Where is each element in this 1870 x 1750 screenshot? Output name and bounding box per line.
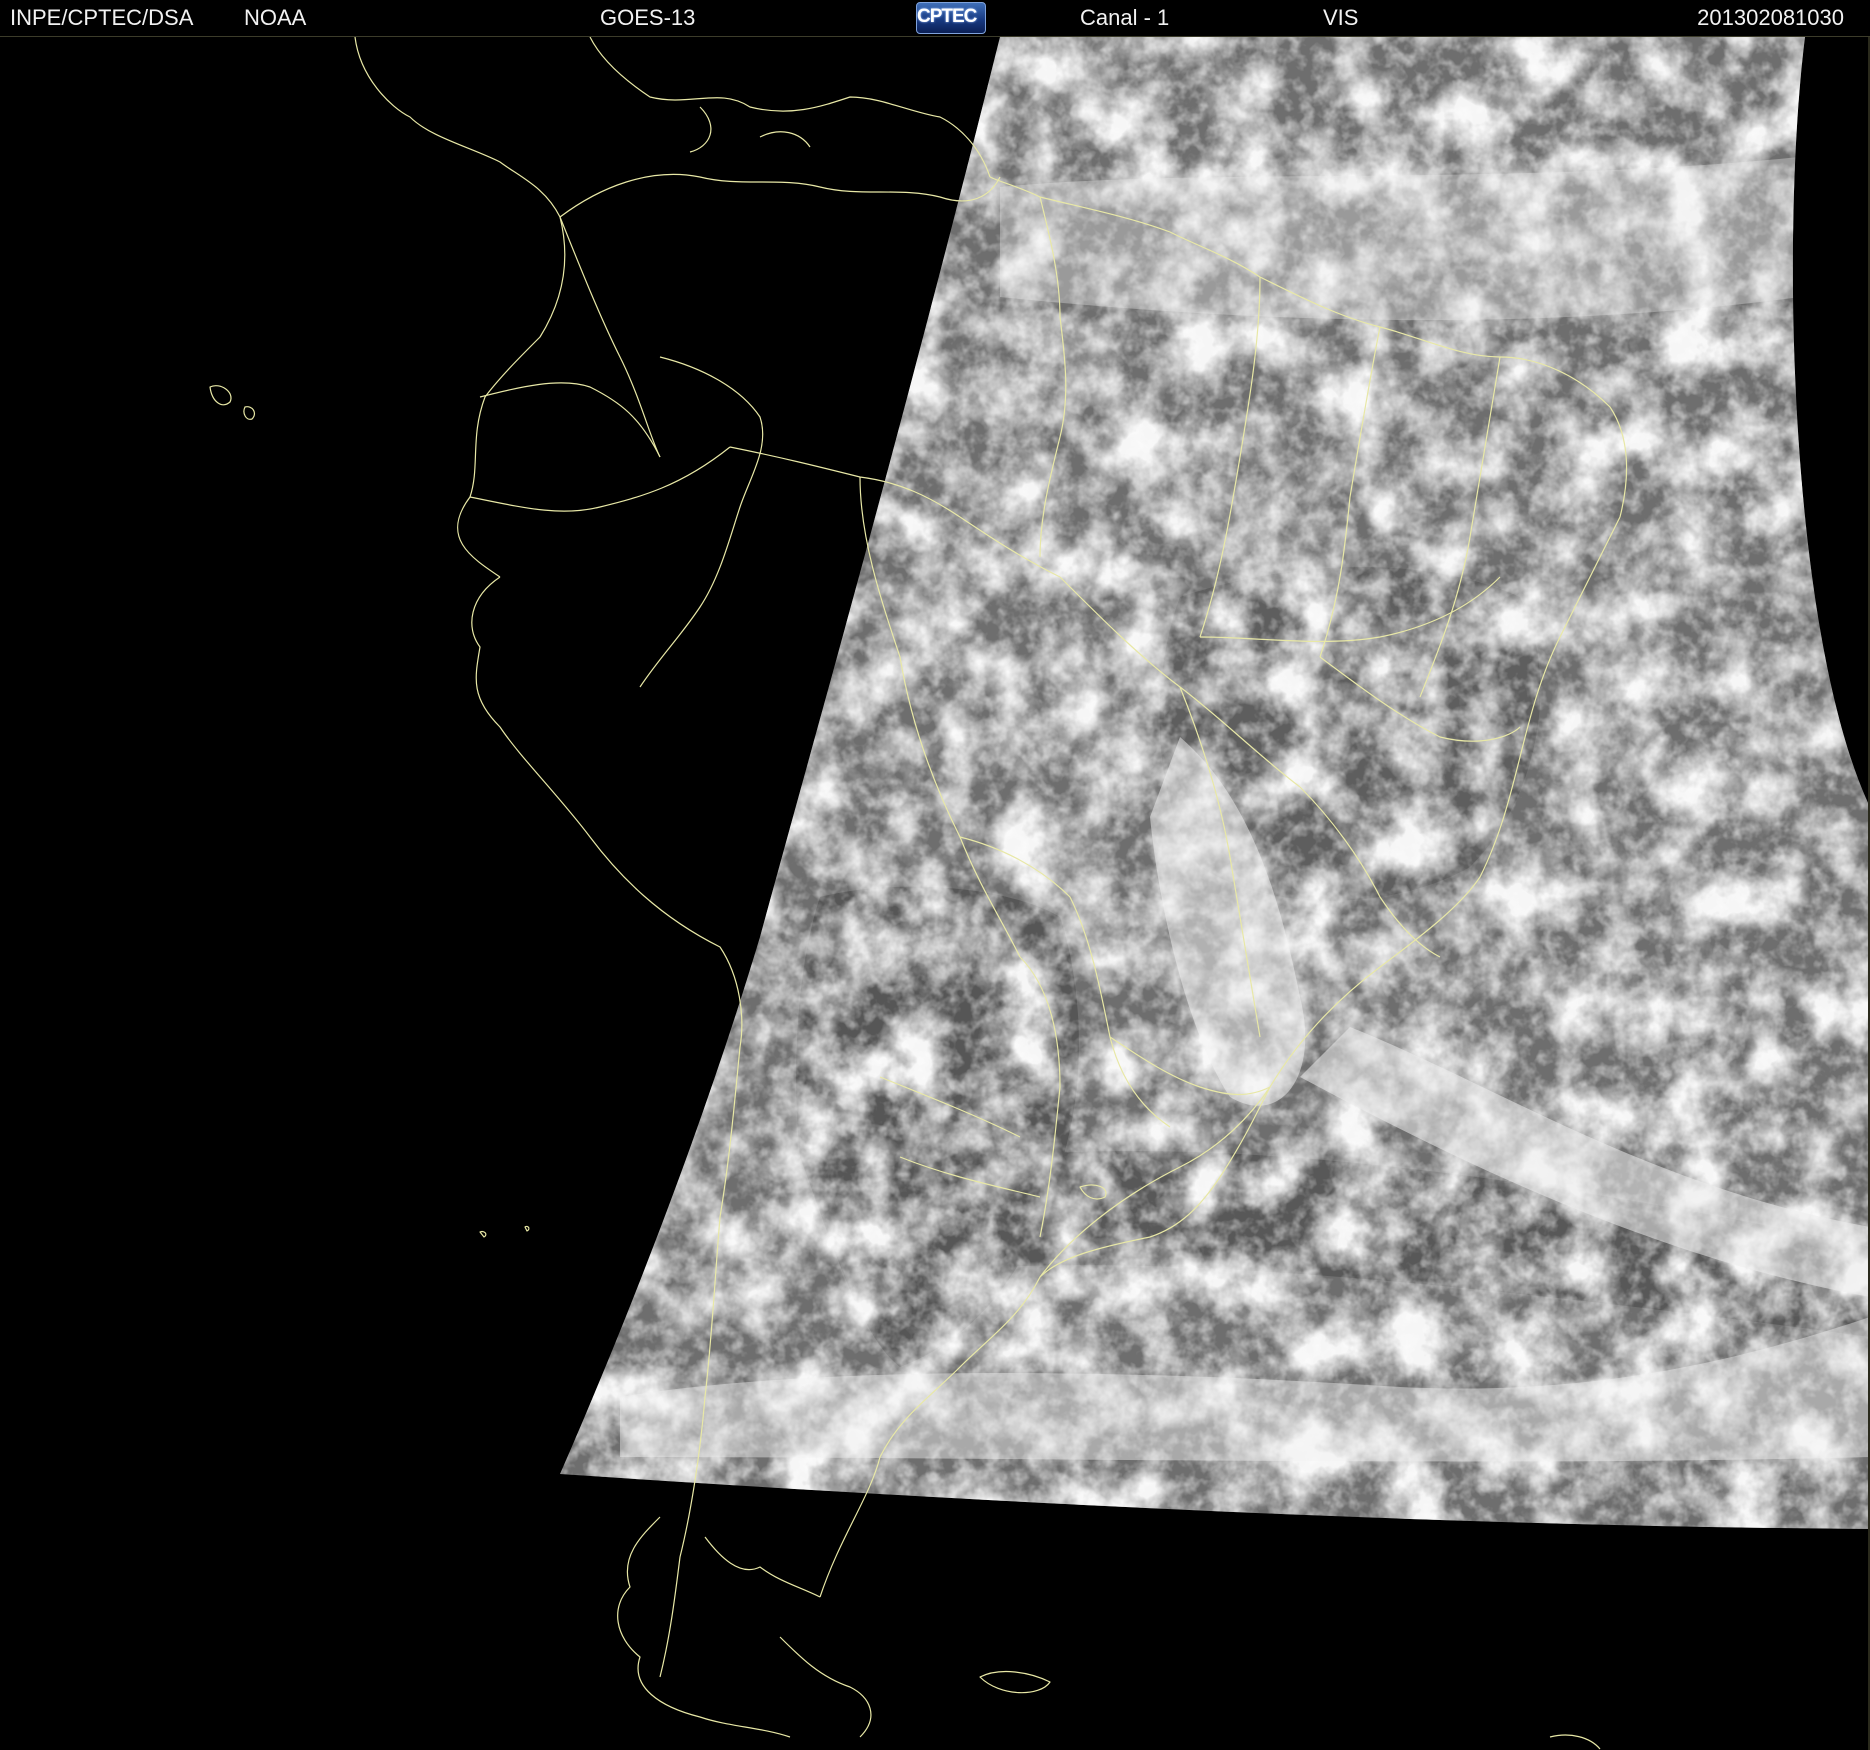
satellite-map <box>0 37 1870 1750</box>
agency-label: INPE/CPTEC/DSA <box>10 5 194 30</box>
cptec-logo-icon: CPTEC <box>916 2 986 34</box>
satellite-label: GOES-13 <box>600 5 696 30</box>
map-canvas <box>209 37 1870 1750</box>
header-bar: INPE/CPTEC/DSA NOAA GOES-13 CPTEC Canal … <box>0 0 1870 37</box>
channel-label: Canal - 1 <box>1080 5 1170 30</box>
source-label: NOAA <box>244 5 307 30</box>
logo-text: CPTEC <box>917 6 977 27</box>
timestamp-label: 201302081030 <box>1697 5 1844 30</box>
band-label: VIS <box>1323 5 1359 30</box>
satellite-image-viewer: INPE/CPTEC/DSA NOAA GOES-13 CPTEC Canal … <box>0 0 1870 1750</box>
satellite-swath <box>560 37 1870 1529</box>
